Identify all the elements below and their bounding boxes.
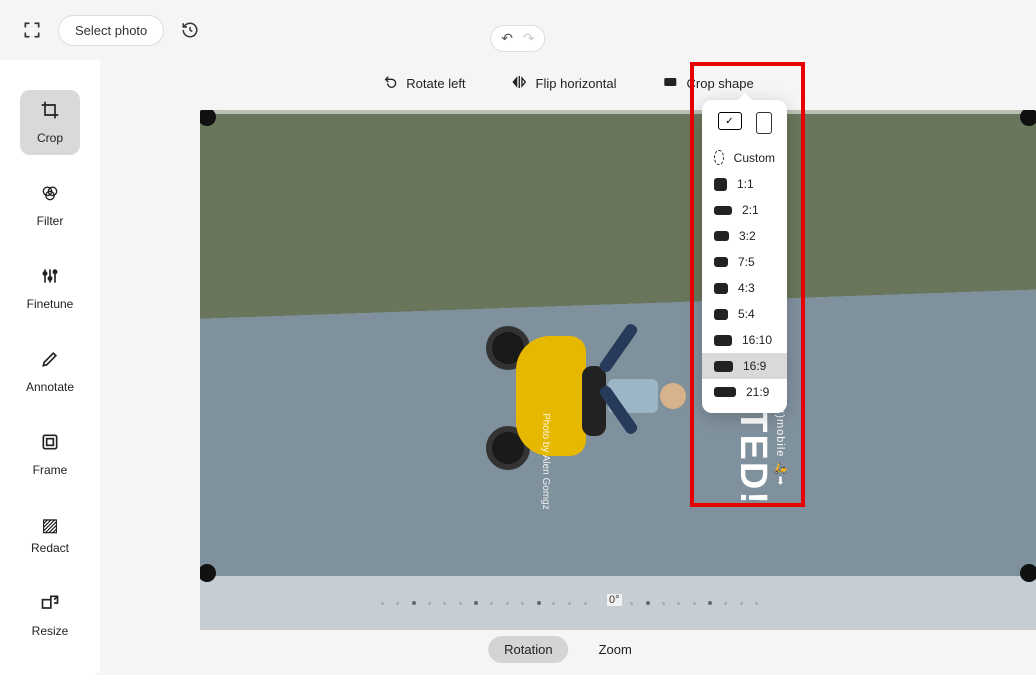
select-photo-button[interactable]: Select photo [58, 15, 164, 46]
sidebar-label: Annotate [26, 380, 74, 394]
flip-horizontal-button[interactable]: Flip horizontal [504, 70, 625, 97]
crop-icon [40, 100, 60, 125]
sidebar-label: Redact [31, 541, 69, 555]
crop-option-custom[interactable]: Custom [702, 144, 787, 171]
rotation-scale[interactable]: 0° [358, 591, 778, 615]
rotate-left-icon [382, 74, 398, 93]
crop-shape-label: Crop shape [686, 76, 753, 91]
crop-option-16-9[interactable]: 16:9 [702, 353, 787, 379]
annotate-icon [40, 349, 60, 374]
orientation-portrait-button[interactable] [756, 112, 772, 134]
filter-icon [40, 183, 60, 208]
crop-option-2-1[interactable]: 2:1 [702, 197, 787, 223]
custom-icon [714, 150, 724, 165]
ratio-thumb-icon [714, 231, 729, 241]
image-canvas[interactable]: works just as well on your (scoot)mobile… [200, 110, 1036, 630]
sidebar-item-annotate[interactable]: Annotate [20, 339, 80, 404]
ratio-thumb-icon [714, 257, 728, 267]
photo-subject [446, 296, 706, 496]
crop-option-5-4[interactable]: 5:4 [702, 301, 787, 327]
sidebar-item-crop[interactable]: Crop [20, 90, 80, 155]
crop-handle-tr[interactable] [1020, 110, 1036, 126]
undo-icon[interactable]: ↶ [501, 30, 513, 47]
crop-option-label: 3:2 [739, 229, 756, 243]
tab-rotation[interactable]: Rotation [488, 636, 568, 663]
top-bar: Select photo ↶ ↷ [0, 0, 1036, 60]
rotate-left-label: Rotate left [406, 76, 465, 91]
frame-icon [40, 432, 60, 457]
crop-option-label: Custom [734, 151, 775, 165]
crop-option-7-5[interactable]: 7:5 [702, 249, 787, 275]
undo-redo-group: ↶ ↷ [490, 25, 545, 52]
crop-toolbar: Rotate left Flip horizontal Crop shape [374, 70, 761, 97]
crop-handle-br[interactable] [1020, 564, 1036, 582]
fullscreen-icon[interactable] [20, 18, 44, 42]
crop-option-4-3[interactable]: 4:3 [702, 275, 787, 301]
ratio-thumb-icon [714, 178, 727, 191]
select-photo-label: Select photo [75, 23, 147, 38]
crop-option-label: 16:9 [743, 359, 766, 373]
ratio-thumb-icon [714, 206, 732, 215]
crop-option-label: 21:9 [746, 385, 769, 399]
ratio-thumb-icon [714, 283, 728, 294]
crop-option-3-2[interactable]: 3:2 [702, 223, 787, 249]
sidebar-item-finetune[interactable]: Finetune [20, 256, 80, 321]
rotation-value: 0° [607, 594, 622, 606]
sidebar-label: Resize [32, 624, 69, 638]
redo-icon: ↷ [523, 30, 535, 47]
sidebar-label: Frame [33, 463, 68, 477]
sidebar-label: Crop [37, 131, 63, 145]
sidebar-label: Filter [37, 214, 64, 228]
flip-horizontal-label: Flip horizontal [536, 76, 617, 91]
ratio-thumb-icon [714, 309, 728, 320]
resize-icon [40, 593, 60, 618]
flip-horizontal-icon [512, 74, 528, 93]
sidebar-item-resize[interactable]: Resize [20, 583, 80, 648]
rotate-left-button[interactable]: Rotate left [374, 70, 473, 97]
tab-rotation-label: Rotation [504, 642, 552, 657]
crop-option-label: 4:3 [738, 281, 755, 295]
tab-zoom[interactable]: Zoom [583, 636, 648, 663]
finetune-icon [40, 266, 60, 291]
crop-shape-icon [662, 74, 678, 93]
bottom-tabs: Rotation Zoom [488, 636, 648, 663]
sidebar-item-frame[interactable]: Frame [20, 422, 80, 487]
canvas-area: Rotate left Flip horizontal Crop shape [100, 60, 1036, 675]
crop-option-label: 2:1 [742, 203, 759, 217]
crop-option-label: 7:5 [738, 255, 755, 269]
sidebar: Crop Filter Finetune Annotate Frame ▨ Re… [0, 60, 100, 675]
crop-option-21-9[interactable]: 21:9 [702, 379, 787, 405]
crop-option-label: 5:4 [738, 307, 755, 321]
crop-option-16-10[interactable]: 16:10 [702, 327, 787, 353]
crop-option-label: 1:1 [737, 177, 754, 191]
sidebar-item-redact[interactable]: ▨ Redact [20, 505, 80, 565]
sidebar-label: Finetune [27, 297, 74, 311]
ratio-thumb-icon [714, 335, 732, 346]
sidebar-item-filter[interactable]: Filter [20, 173, 80, 238]
crop-option-1-1[interactable]: 1:1 [702, 171, 787, 197]
tab-zoom-label: Zoom [599, 642, 632, 657]
ratio-thumb-icon [714, 361, 733, 372]
redact-icon: ▨ [40, 515, 60, 535]
crop-shape-dropdown: ✓ Custom 1:1 2:1 3:2 7:5 4:3 5:4 16:10 1… [702, 100, 787, 413]
ratio-thumb-icon [714, 387, 736, 397]
orientation-landscape-button[interactable]: ✓ [718, 112, 742, 130]
crop-option-label: 16:10 [742, 333, 772, 347]
photo-credit: Photo by Alen Gomgz [540, 413, 551, 510]
history-icon[interactable] [178, 18, 202, 42]
